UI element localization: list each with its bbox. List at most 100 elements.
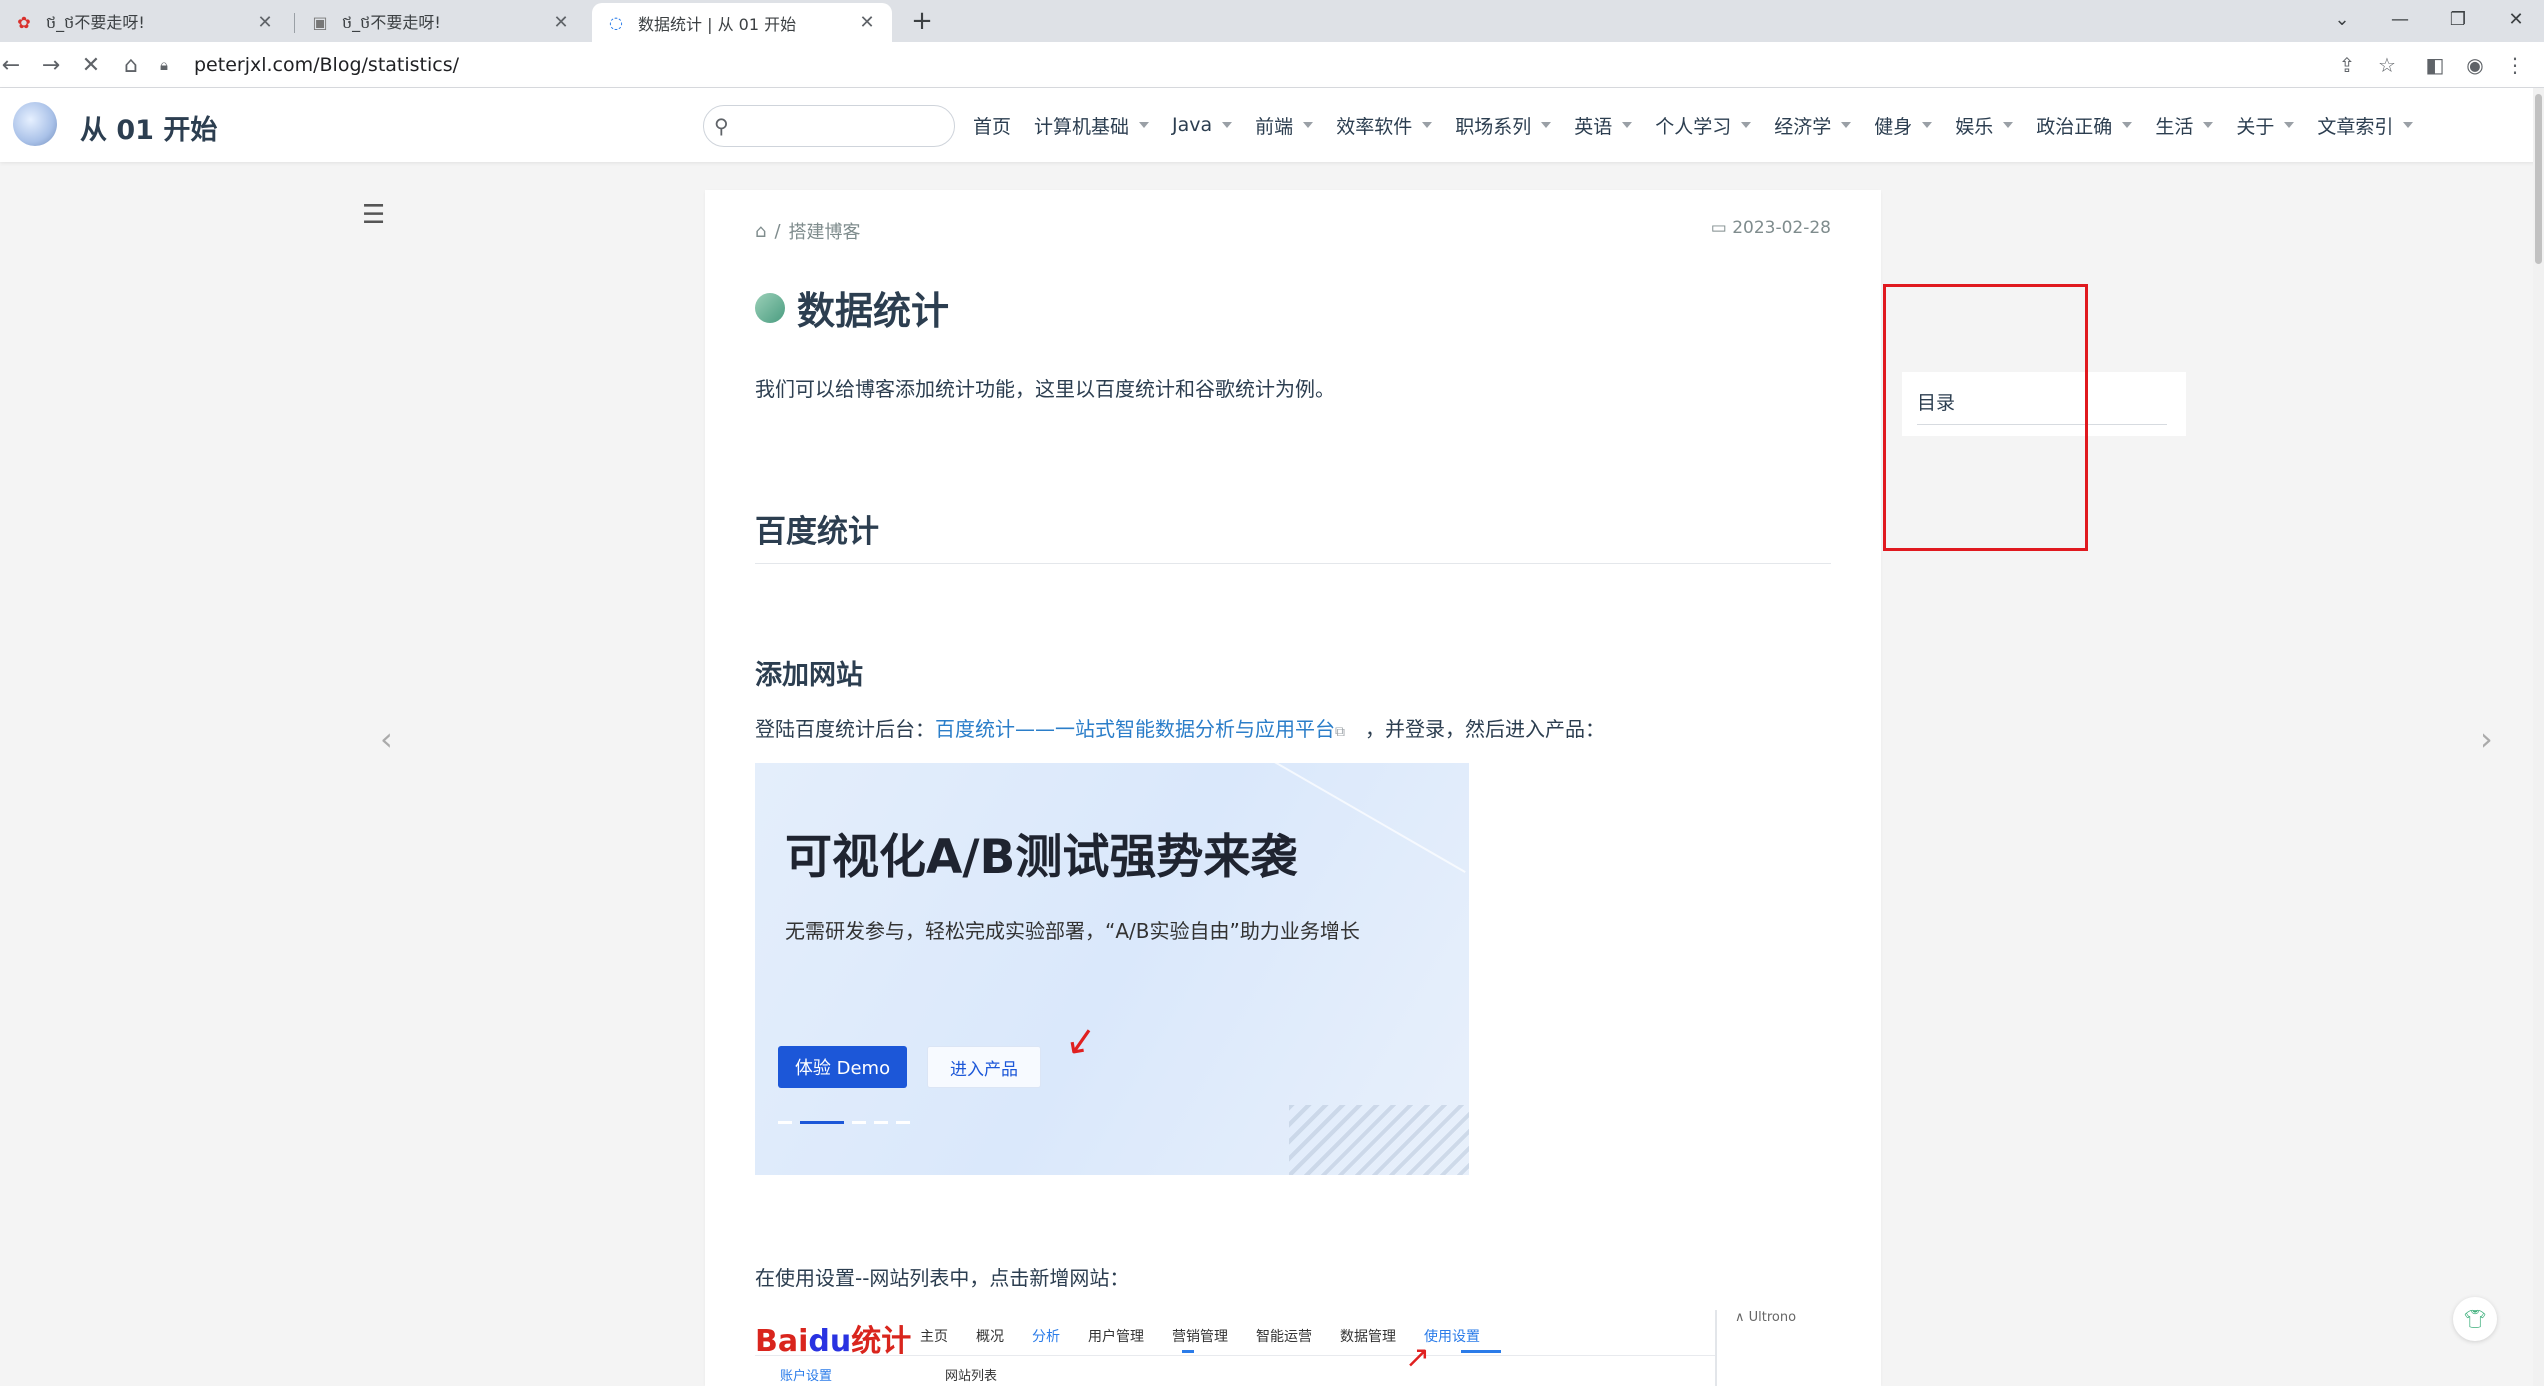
login-paragraph: 登陆百度统计后台：百度统计——一站式智能数据分析与应用平台⧉ ，并登录，然后进入产… <box>755 713 1605 742</box>
menu-underline <box>1461 1350 1501 1353</box>
close-tab-icon[interactable]: ✕ <box>856 12 878 33</box>
nav-item-label: 娱乐 <box>1955 115 1994 138</box>
nav-item[interactable]: Java <box>1172 114 1233 136</box>
browser-tab-1[interactable]: ✿ ថ_ថ不要走呀! ✕ <box>0 3 290 42</box>
site-search[interactable]: ⚲ <box>703 105 955 147</box>
tab-bar: ✿ ថ_ថ不要走呀! ✕ ▣ ថ_ថ不要走呀! ✕ ◌ 数据统计 | 从 01 … <box>0 0 2544 42</box>
nav-item[interactable]: 政治正确 <box>2036 112 2133 139</box>
sidebar-toggle-icon[interactable]: ☰ <box>362 200 385 230</box>
close-tab-icon[interactable]: ✕ <box>254 12 276 33</box>
tab-divider <box>294 13 295 33</box>
title-text: 数据统计 <box>797 289 950 333</box>
tab-title: ថ_ថ不要走呀! <box>46 13 145 32</box>
side-panel-icon[interactable]: ◧ <box>2418 48 2452 82</box>
enter-product-button: 进入产品 <box>927 1046 1041 1088</box>
baidu-menu-item: 智能运营 <box>1256 1329 1312 1345</box>
search-icon: ⚲ <box>714 114 729 138</box>
nav-item[interactable]: 经济学 <box>1774 112 1852 139</box>
restore-icon[interactable]: ❐ <box>2430 0 2486 38</box>
minimize-icon[interactable]: — <box>2372 0 2428 38</box>
profile-icon[interactable]: ◉ <box>2458 48 2492 82</box>
home-icon[interactable]: ⌂ <box>114 48 148 82</box>
browser-tab-active[interactable]: ◌ 数据统计 | 从 01 开始 ✕ <box>592 3 892 42</box>
annotation-arrow-icon: ↗ <box>1405 1340 1431 1375</box>
nav-item-label: 健身 <box>1874 115 1913 138</box>
carousel-dot-active <box>800 1121 844 1124</box>
nav-item[interactable]: 娱乐 <box>1955 112 2014 139</box>
nav-item-label: 个人学习 <box>1655 115 1732 138</box>
baidu-menu-item: 概况 <box>976 1329 1004 1345</box>
search-input[interactable] <box>742 112 942 140</box>
baidu-menu: 主页 概况 分析 用户管理 营销管理 智能运营 数据管理 使用设置 <box>920 1326 1480 1346</box>
baidu-menu-item: 使用设置 <box>1424 1329 1480 1345</box>
baidu-menu-item: 分析 <box>1032 1329 1060 1345</box>
baidu-banner-image: 可视化A/B测试强势来袭 无需研发参与，轻松完成实验部署，“A/B实验自由”助力… <box>755 763 1469 1175</box>
browser-toolbar: ← → ✕ ⌂ 🔒︎ peterjxl.com/Blog/statistics/… <box>0 42 2544 88</box>
calendar-icon: ▭ <box>1710 218 1727 238</box>
baidu-tongji-logo: Baidu统计 <box>755 1324 912 1359</box>
loading-icon: ◌ <box>609 13 623 32</box>
chevron-down-icon <box>2403 122 2414 128</box>
page-title: 数据统计 <box>755 280 949 335</box>
bookmark-star-icon[interactable]: ☆ <box>2370 48 2404 82</box>
nav-item-label: 英语 <box>1574 115 1613 138</box>
next-page-icon[interactable]: › <box>2480 720 2493 758</box>
lock-icon: 🔒︎ <box>160 56 168 74</box>
baidu-tongji-link[interactable]: 百度统计——一站式智能数据分析与应用平台 <box>935 717 1335 741</box>
nav-item[interactable]: 首页 <box>973 112 1011 139</box>
flower-icon: ✿ <box>17 13 31 32</box>
paragraph-text: 登陆百度统计后台： <box>755 717 935 741</box>
carousel-dot <box>896 1121 910 1124</box>
scrollbar-thumb[interactable] <box>2535 94 2542 264</box>
chevron-down-icon <box>1139 122 1150 128</box>
close-window-icon[interactable]: ✕ <box>2488 0 2544 38</box>
tab-title: ថ_ថ不要走呀! <box>342 13 441 32</box>
nav-item[interactable]: 计算机基础 <box>1034 112 1150 139</box>
external-link-icon: ⧉ <box>1335 724 1345 740</box>
browser-tab-2[interactable]: ▣ ថ_ថ不要走呀! ✕ <box>296 3 586 42</box>
chevron-down-icon <box>1741 122 1752 128</box>
site-name[interactable]: 从 01 开始 <box>80 108 217 147</box>
nav-item[interactable]: 文章索引 <box>2317 112 2414 139</box>
stop-loading-icon[interactable]: ✕ <box>74 48 108 82</box>
site-list-paragraph: 在使用设置--网站列表中，点击新增网站： <box>755 1266 1130 1290</box>
nav-item[interactable]: 关于 <box>2236 112 2295 139</box>
nav-item-label: 生活 <box>2155 115 2194 138</box>
chevron-down-icon <box>1422 122 1433 128</box>
nav-item[interactable]: 英语 <box>1574 112 1633 139</box>
menu-kebab-icon[interactable]: ⋮ <box>2498 48 2532 82</box>
breadcrumb-separator: / <box>774 220 781 242</box>
nav-item-label: 文章索引 <box>2317 115 2394 138</box>
carousel-dot <box>874 1121 888 1124</box>
address-bar[interactable]: 🔒︎ peterjxl.com/Blog/statistics/ <box>160 48 2330 82</box>
nav-item[interactable]: 前端 <box>1255 112 1314 139</box>
share-icon[interactable]: ⇪ <box>2330 48 2364 82</box>
theme-switch-icon[interactable]: 👕︎ <box>2453 1297 2497 1341</box>
highlight-box <box>1883 284 2088 551</box>
nav-item[interactable]: 个人学习 <box>1655 112 1752 139</box>
section-heading: 百度统计 <box>755 506 1831 564</box>
baidu-menu-item: 用户管理 <box>1088 1329 1144 1345</box>
nav-item[interactable]: 健身 <box>1874 112 1933 139</box>
nav-item[interactable]: 生活 <box>2155 112 2214 139</box>
forward-icon[interactable]: → <box>34 48 68 82</box>
nav-item[interactable]: 效率软件 <box>1336 112 1433 139</box>
banner-subline: 无需研发参与，轻松完成实验部署，“A/B实验自由”助力业务增长 <box>785 919 1360 943</box>
page-scrollbar[interactable] <box>2533 88 2544 1386</box>
site-logo[interactable] <box>13 102 57 146</box>
close-tab-icon[interactable]: ✕ <box>550 12 572 33</box>
image-icon: ▣ <box>312 13 328 32</box>
intro-paragraph: 我们可以给博客添加统计功能，这里以百度统计和谷歌统计为例。 <box>755 377 1335 401</box>
paragraph-text: ，并登录，然后进入产品： <box>1365 717 1605 741</box>
breadcrumb-item[interactable]: 搭建博客 <box>789 218 861 244</box>
tab-search-icon[interactable]: ⌄ <box>2314 0 2370 38</box>
nav-item-label: 效率软件 <box>1336 115 1413 138</box>
prev-page-icon[interactable]: ‹ <box>380 720 393 758</box>
back-icon[interactable]: ← <box>0 48 28 82</box>
banner-stripes <box>1289 1105 1469 1175</box>
home-icon[interactable]: ⌂ <box>755 221 766 242</box>
new-tab-button[interactable]: + <box>905 4 939 38</box>
divider <box>1715 1310 1717 1386</box>
demo-button: 体验 Demo <box>778 1046 907 1088</box>
nav-item[interactable]: 职场系列 <box>1455 112 1552 139</box>
